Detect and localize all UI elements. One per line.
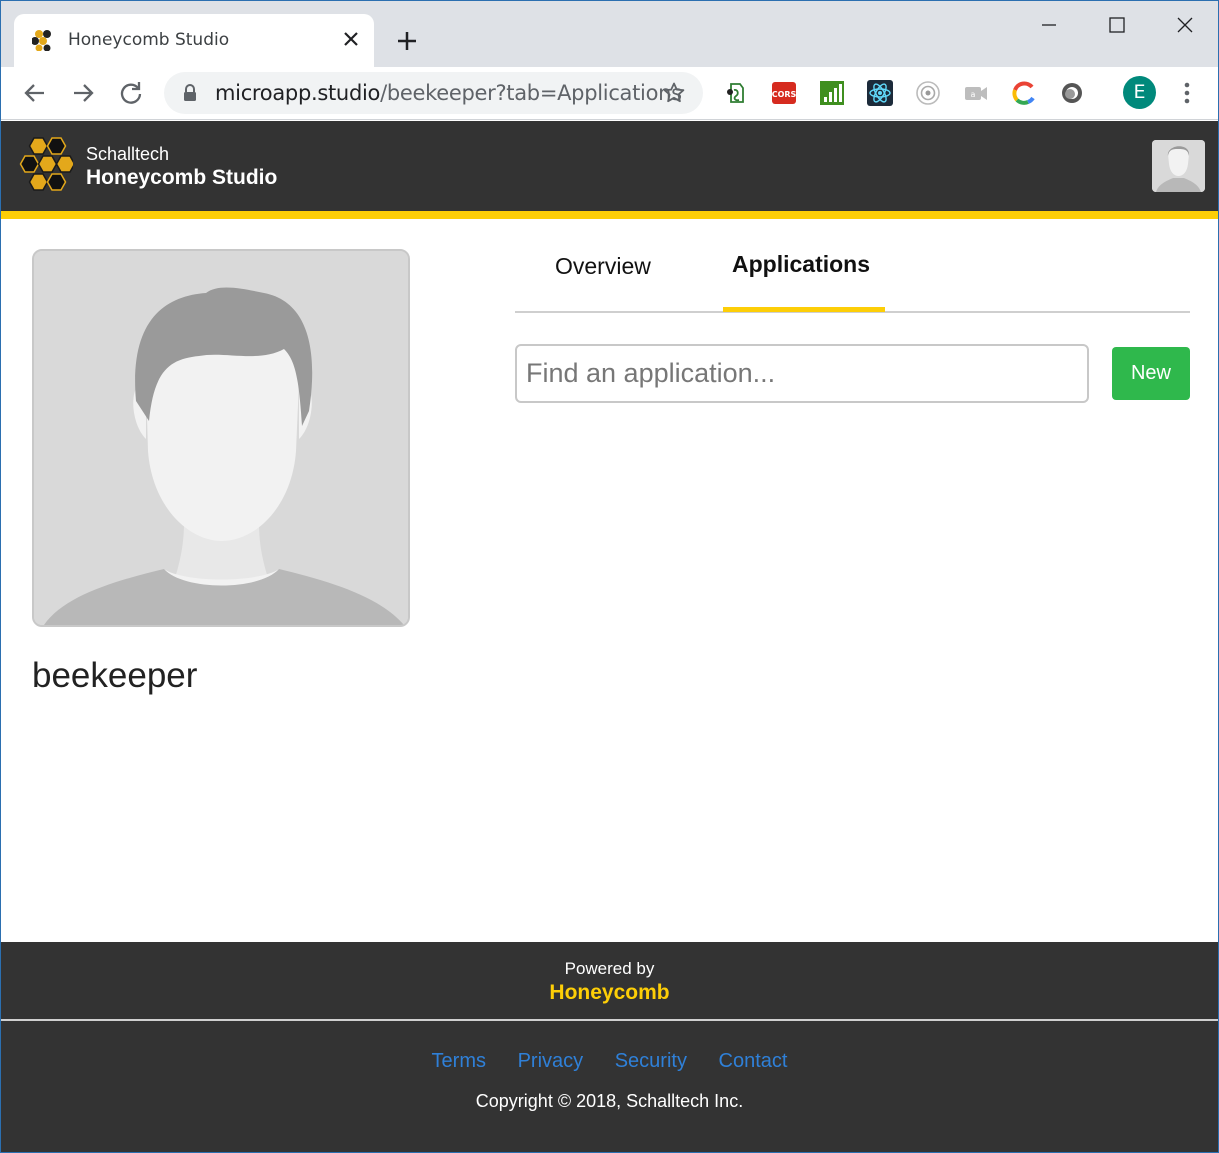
username: beekeeper	[32, 656, 198, 695]
powered-by-label: Powered by	[564, 959, 655, 978]
honeycomb-favicon-icon	[32, 30, 51, 51]
maximize-icon[interactable]	[1103, 11, 1131, 39]
footer: Powered by Honeycomb Terms Privacy Secur…	[1, 942, 1218, 1152]
browser-window: Honeycomb Studio microapp.studio/beekeep…	[0, 0, 1219, 1153]
target-extension-icon[interactable]	[915, 80, 941, 106]
camera-extension-icon[interactable]: a	[963, 80, 989, 106]
browser-toolbar: microapp.studio/beekeeper?tab=Applicatio…	[1, 67, 1218, 120]
browser-tab[interactable]: Honeycomb Studio	[14, 14, 374, 67]
user-avatar[interactable]	[1152, 140, 1205, 192]
address-bar[interactable]: microapp.studio/beekeeper?tab=Applicatio…	[164, 72, 703, 114]
person-silhouette-icon	[34, 251, 408, 625]
tab-overview[interactable]: Overview	[555, 253, 651, 280]
tab-title: Honeycomb Studio	[68, 30, 230, 50]
tab-applications[interactable]: Applications	[732, 251, 870, 278]
honeycomb-logo-icon[interactable]	[17, 135, 73, 197]
url-host: microapp.studio	[215, 81, 381, 105]
window-close-icon[interactable]	[1171, 11, 1199, 39]
terms-link[interactable]: Terms	[432, 1050, 486, 1072]
copyright: Copyright © 2018, Schalltech Inc.	[475, 1091, 744, 1111]
footer-links: Terms Privacy Security Contact	[1, 1050, 1218, 1073]
company-name: Schalltech	[86, 144, 170, 164]
active-tab-indicator	[723, 307, 885, 312]
application-search-input[interactable]	[515, 344, 1089, 403]
footer-divider	[1, 1019, 1218, 1021]
app-header: Schalltech Honeycomb Studio	[1, 121, 1218, 211]
reload-icon[interactable]	[117, 79, 145, 107]
svg-text:a: a	[971, 90, 976, 99]
url-path: /beekeeper?tab=Applications	[380, 81, 682, 105]
profile-picture	[32, 249, 410, 627]
lock-icon[interactable]	[182, 84, 198, 102]
ring-extension-icon[interactable]	[1059, 80, 1085, 106]
privacy-link[interactable]: Privacy	[518, 1050, 584, 1072]
evernote-extension-icon[interactable]	[723, 80, 749, 106]
close-icon[interactable]	[338, 26, 364, 52]
profile-avatar[interactable]: E	[1123, 76, 1156, 109]
minimize-icon[interactable]	[1035, 11, 1063, 39]
url-text[interactable]: microapp.studio/beekeeper?tab=Applicatio…	[215, 81, 682, 105]
contact-link[interactable]: Contact	[719, 1050, 788, 1072]
content-tabs: Overview Applications	[515, 233, 1190, 313]
google-extension-icon[interactable]	[1011, 80, 1037, 106]
menu-icon[interactable]	[1175, 80, 1199, 106]
user-silhouette-icon	[1152, 140, 1205, 192]
star-icon[interactable]	[662, 81, 686, 105]
forward-icon[interactable]	[69, 79, 97, 107]
product-name[interactable]: Honeycomb Studio	[86, 166, 277, 190]
back-icon[interactable]	[21, 79, 49, 107]
new-application-button[interactable]: New	[1112, 347, 1190, 400]
security-link[interactable]: Security	[615, 1050, 687, 1072]
accent-bar	[1, 211, 1218, 219]
powered-by-brand[interactable]: Honeycomb	[1, 981, 1218, 1005]
svg-text:CORS: CORS	[772, 90, 797, 99]
react-devtools-icon[interactable]	[867, 80, 893, 106]
analytics-extension-icon[interactable]	[819, 80, 845, 106]
plus-icon[interactable]	[393, 27, 421, 55]
cors-extension-icon[interactable]: CORS	[771, 80, 797, 106]
tab-strip: Honeycomb Studio	[1, 1, 1218, 67]
